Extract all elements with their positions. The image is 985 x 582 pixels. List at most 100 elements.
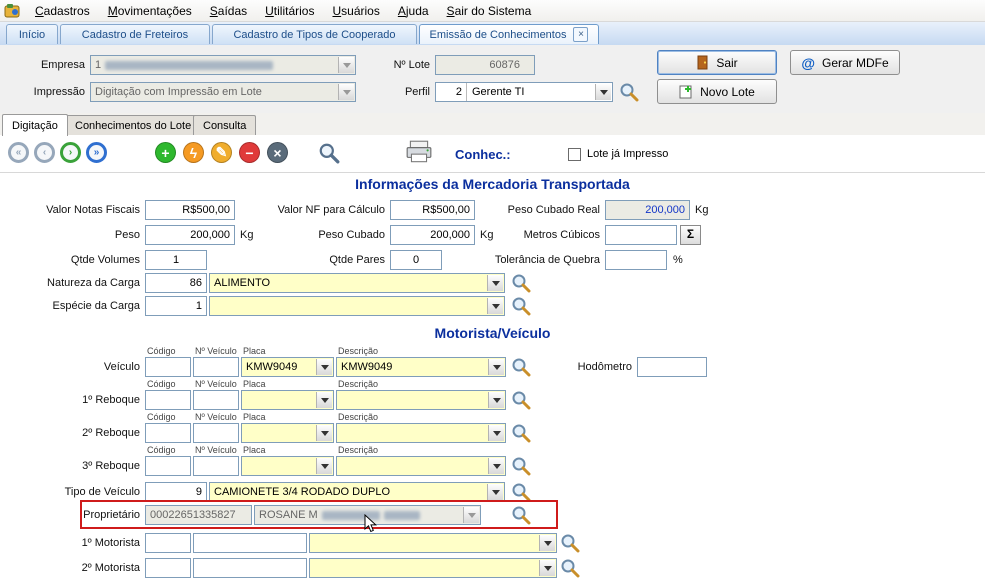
next-record-button[interactable]: ›: [60, 142, 81, 163]
chevron-down-icon[interactable]: [316, 392, 332, 408]
qtde-volumes-field[interactable]: 1: [145, 250, 207, 270]
menu-sair-do-sistema[interactable]: Sair do Sistema: [438, 1, 541, 21]
peso-field[interactable]: 200,000: [145, 225, 235, 245]
search-icon[interactable]: [511, 482, 531, 502]
chevron-down-icon[interactable]: [488, 359, 504, 375]
veiculo-placa-combo[interactable]: KMW9049: [241, 357, 334, 377]
motorista1-doc-field[interactable]: [193, 533, 307, 553]
chevron-down-icon[interactable]: [595, 84, 611, 100]
last-record-button[interactable]: »: [86, 142, 107, 163]
tipo-veiculo-code-field[interactable]: 9: [145, 482, 207, 502]
chevron-down-icon[interactable]: [487, 275, 503, 291]
lote-impresso-checkbox[interactable]: [568, 148, 581, 161]
menu-ajuda[interactable]: Ajuda: [389, 1, 438, 21]
valor-nf-calculo-field[interactable]: R$500,00: [390, 200, 475, 220]
subtab-digitacao[interactable]: Digitação: [2, 114, 68, 136]
search-icon[interactable]: [511, 296, 531, 316]
tab-cadastro-tipos-cooperado[interactable]: Cadastro de Tipos de Cooperado: [212, 24, 417, 44]
search-icon[interactable]: [511, 423, 531, 443]
reboque3-descricao-combo[interactable]: [336, 456, 506, 476]
reboque1-placa-combo[interactable]: [241, 390, 334, 410]
search-icon[interactable]: [560, 533, 580, 553]
search-icon[interactable]: [511, 390, 531, 410]
peso-cubado-field[interactable]: 200,000: [390, 225, 475, 245]
motorista2-codigo-field[interactable]: [145, 558, 191, 578]
perfil-combo[interactable]: 2 Gerente TI: [435, 82, 613, 102]
tolerancia-field[interactable]: [605, 250, 667, 270]
chevron-down-icon[interactable]: [338, 84, 354, 100]
lote-field[interactable]: 60876: [435, 55, 535, 75]
veiculo-codigo-field[interactable]: [145, 357, 191, 377]
chevron-down-icon[interactable]: [487, 484, 503, 500]
close-icon[interactable]: ×: [573, 27, 589, 42]
tab-cadastro-freteiros[interactable]: Cadastro de Freteiros: [60, 24, 210, 44]
valor-notas-field[interactable]: R$500,00: [145, 200, 235, 220]
search-icon[interactable]: [511, 456, 531, 476]
chevron-down-icon[interactable]: [539, 560, 555, 576]
reboque2-num-field[interactable]: [193, 423, 239, 443]
search-icon[interactable]: [511, 357, 531, 377]
natureza-carga-combo[interactable]: ALIMENTO: [209, 273, 505, 293]
chevron-down-icon[interactable]: [488, 458, 504, 474]
chevron-down-icon[interactable]: [338, 57, 354, 73]
reboque1-codigo-field[interactable]: [145, 390, 191, 410]
search-icon[interactable]: [511, 273, 531, 293]
menu-utilitarios[interactable]: Utilitários: [256, 1, 323, 21]
especie-carga-combo[interactable]: [209, 296, 505, 316]
lightning-icon[interactable]: ϟ: [183, 142, 204, 163]
chevron-down-icon[interactable]: [488, 425, 504, 441]
impressao-combo[interactable]: Digitação com Impressão em Lote: [90, 82, 356, 102]
search-icon[interactable]: [619, 82, 639, 102]
hodometro-field[interactable]: [637, 357, 707, 377]
reboque1-descricao-combo[interactable]: [336, 390, 506, 410]
chevron-down-icon[interactable]: [316, 359, 332, 375]
subtab-conhecimentos-do-lote[interactable]: Conhecimentos do Lote: [65, 115, 202, 135]
sair-button[interactable]: Sair: [657, 50, 777, 75]
tab-emissao-conhecimentos[interactable]: Emissão de Conhecimentos ×: [419, 24, 599, 44]
edit-pencil-icon[interactable]: ✎: [211, 142, 232, 163]
subtab-consulta[interactable]: Consulta: [193, 115, 257, 135]
reboque1-num-field[interactable]: [193, 390, 239, 410]
natureza-carga-code-field[interactable]: 86: [145, 273, 207, 293]
search-icon[interactable]: [511, 505, 531, 525]
first-record-button[interactable]: «: [8, 142, 29, 163]
metros-cubicos-field[interactable]: [605, 225, 677, 245]
chevron-down-icon[interactable]: [316, 425, 332, 441]
especie-carga-code-field[interactable]: 1: [145, 296, 207, 316]
menu-usuarios[interactable]: Usuários: [323, 1, 388, 21]
search-icon[interactable]: [318, 142, 340, 164]
chevron-down-icon[interactable]: [487, 298, 503, 314]
novo-lote-button[interactable]: Novo Lote: [657, 79, 777, 104]
col-header-num-veiculo: Nº Veículo: [195, 346, 237, 356]
delete-minus-icon[interactable]: −: [239, 142, 260, 163]
printer-icon[interactable]: [405, 140, 433, 167]
empresa-combo[interactable]: 1: [90, 55, 356, 75]
qtde-pares-field[interactable]: 0: [390, 250, 442, 270]
gerar-mdfe-button[interactable]: @ Gerar MDFe: [790, 50, 900, 75]
veiculo-num-field[interactable]: [193, 357, 239, 377]
reboque3-placa-combo[interactable]: [241, 456, 334, 476]
chevron-down-icon[interactable]: [488, 392, 504, 408]
menu-cadastros[interactable]: Cadastros: [26, 1, 99, 21]
add-icon[interactable]: +: [155, 142, 176, 163]
tab-inicio[interactable]: Início: [6, 24, 58, 44]
reboque3-codigo-field[interactable]: [145, 456, 191, 476]
prev-record-button[interactable]: ‹: [34, 142, 55, 163]
menu-saidas[interactable]: Saídas: [201, 1, 256, 21]
motorista2-doc-field[interactable]: [193, 558, 307, 578]
search-icon[interactable]: [560, 558, 580, 578]
chevron-down-icon[interactable]: [316, 458, 332, 474]
cancel-x-icon[interactable]: ×: [267, 142, 288, 163]
tipo-veiculo-combo[interactable]: CAMIONETE 3/4 RODADO DUPLO: [209, 482, 505, 502]
chevron-down-icon[interactable]: [539, 535, 555, 551]
reboque2-descricao-combo[interactable]: [336, 423, 506, 443]
motorista1-codigo-field[interactable]: [145, 533, 191, 553]
motorista1-combo[interactable]: [309, 533, 557, 553]
menu-movimentacoes[interactable]: Movimentações: [99, 1, 201, 21]
reboque2-placa-combo[interactable]: [241, 423, 334, 443]
reboque2-codigo-field[interactable]: [145, 423, 191, 443]
reboque3-num-field[interactable]: [193, 456, 239, 476]
sigma-button[interactable]: Σ: [680, 225, 701, 245]
veiculo-descricao-combo[interactable]: KMW9049: [336, 357, 506, 377]
motorista2-combo[interactable]: [309, 558, 557, 578]
